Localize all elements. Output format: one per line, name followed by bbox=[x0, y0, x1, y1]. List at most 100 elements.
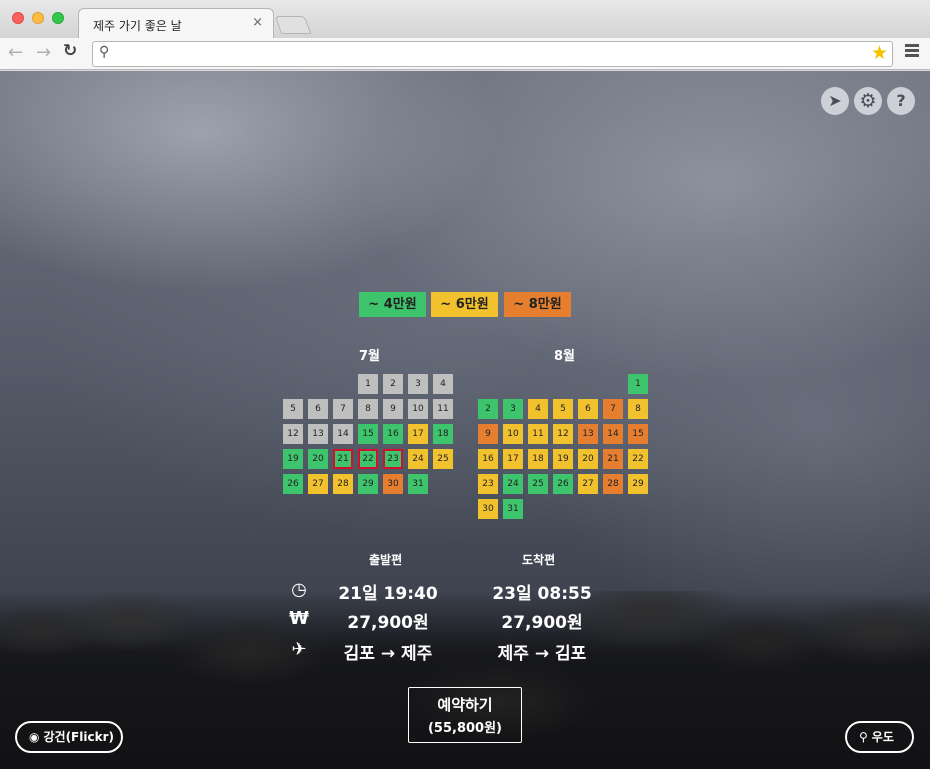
calendar-day-august-18[interactable]: 18 bbox=[528, 449, 548, 469]
month-title-august: 8월 bbox=[554, 349, 576, 364]
calendar-day-august-25[interactable]: 25 bbox=[528, 474, 548, 494]
location-label: 우도 bbox=[871, 730, 894, 744]
calendar-day-july-5[interactable]: 5 bbox=[283, 399, 303, 419]
calendar-day-august-8[interactable]: 8 bbox=[628, 399, 648, 419]
calendar-day-august-21[interactable]: 21 bbox=[603, 449, 623, 469]
calendar-day-august-7[interactable]: 7 bbox=[603, 399, 623, 419]
calendar-day-july-21[interactable]: 21 bbox=[333, 449, 353, 469]
new-tab-button[interactable] bbox=[274, 16, 312, 34]
map-pin-icon: ⚲ bbox=[859, 730, 868, 744]
reload-icon[interactable]: ↻ bbox=[63, 41, 77, 61]
calendar-day-august-2[interactable]: 2 bbox=[478, 399, 498, 419]
minimize-window-button[interactable] bbox=[32, 12, 44, 24]
calendar-day-july-15[interactable]: 15 bbox=[358, 424, 378, 444]
calendar-day-july-16[interactable]: 16 bbox=[383, 424, 403, 444]
calendar-day-july-12[interactable]: 12 bbox=[283, 424, 303, 444]
calendar-day-august-27[interactable]: 27 bbox=[578, 474, 598, 494]
calendar-day-july-9[interactable]: 9 bbox=[383, 399, 403, 419]
calendar-day-august-3[interactable]: 3 bbox=[503, 399, 523, 419]
calendar-day-july-27[interactable]: 27 bbox=[308, 474, 328, 494]
month-title-july: 7월 bbox=[359, 349, 381, 364]
photo-credit-button[interactable]: ◉ 강건(Flickr) bbox=[15, 721, 123, 753]
calendar-day-july-13[interactable]: 13 bbox=[308, 424, 328, 444]
camera-icon: ◉ bbox=[29, 730, 40, 744]
maximize-window-button[interactable] bbox=[52, 12, 64, 24]
legend-green: ~ 4만원 bbox=[359, 292, 426, 317]
page-content: ➤ ⚙ ? ~ 4만원 ~ 6만원 ~ 8만원 7월 8월 1234567891… bbox=[0, 71, 930, 769]
calendar-day-july-22[interactable]: 22 bbox=[358, 449, 378, 469]
calendar-day-july-10[interactable]: 10 bbox=[408, 399, 428, 419]
calendar-day-july-25[interactable]: 25 bbox=[433, 449, 453, 469]
calendar-day-august-10[interactable]: 10 bbox=[503, 424, 523, 444]
legend-yellow: ~ 6만원 bbox=[431, 292, 498, 317]
legend-orange: ~ 8만원 bbox=[504, 292, 571, 317]
help-icon[interactable]: ? bbox=[887, 87, 915, 115]
calendar-day-july-29[interactable]: 29 bbox=[358, 474, 378, 494]
close-window-button[interactable] bbox=[12, 12, 24, 24]
calendar-day-august-19[interactable]: 19 bbox=[553, 449, 573, 469]
book-total-price: (55,800원) bbox=[427, 721, 502, 736]
calendar-day-july-1[interactable]: 1 bbox=[358, 374, 378, 394]
calendar-day-july-26[interactable]: 26 bbox=[283, 474, 303, 494]
photo-credit-label: 강건(Flickr) bbox=[43, 730, 114, 744]
tab-title: 제주 가기 좋은 날 bbox=[93, 19, 182, 33]
calendar-day-august-6[interactable]: 6 bbox=[578, 399, 598, 419]
calendar-day-august-4[interactable]: 4 bbox=[528, 399, 548, 419]
calendar-day-august-17[interactable]: 17 bbox=[503, 449, 523, 469]
calendar-day-july-2[interactable]: 2 bbox=[383, 374, 403, 394]
book-button[interactable]: 예약하기 (55,800원) bbox=[408, 687, 522, 743]
calendar-day-july-31[interactable]: 31 bbox=[408, 474, 428, 494]
calendar-day-july-11[interactable]: 11 bbox=[433, 399, 453, 419]
calendar-day-july-6[interactable]: 6 bbox=[308, 399, 328, 419]
calendar-day-august-20[interactable]: 20 bbox=[578, 449, 598, 469]
departure-price: 27,900원 bbox=[347, 613, 429, 633]
calendar-day-august-13[interactable]: 13 bbox=[578, 424, 598, 444]
calendar-day-august-15[interactable]: 15 bbox=[628, 424, 648, 444]
location-button[interactable]: ⚲ 우도 bbox=[845, 721, 914, 753]
calendar-day-august-24[interactable]: 24 bbox=[503, 474, 523, 494]
calendar-day-august-14[interactable]: 14 bbox=[603, 424, 623, 444]
calendar-day-july-7[interactable]: 7 bbox=[333, 399, 353, 419]
calendar-day-july-19[interactable]: 19 bbox=[283, 449, 303, 469]
location-arrow-icon[interactable]: ➤ bbox=[821, 87, 849, 115]
calendar-day-august-28[interactable]: 28 bbox=[603, 474, 623, 494]
back-arrow-icon[interactable]: ← bbox=[8, 42, 23, 63]
calendar-day-july-8[interactable]: 8 bbox=[358, 399, 378, 419]
calendar-day-july-24[interactable]: 24 bbox=[408, 449, 428, 469]
bookmark-star-icon[interactable]: ★ bbox=[871, 42, 888, 64]
calendar-day-august-30[interactable]: 30 bbox=[478, 499, 498, 519]
calendar-day-july-14[interactable]: 14 bbox=[333, 424, 353, 444]
gear-icon[interactable]: ⚙ bbox=[854, 87, 882, 115]
tab-close-icon[interactable]: × bbox=[252, 15, 263, 30]
calendar-day-july-28[interactable]: 28 bbox=[333, 474, 353, 494]
departure-time: 21일 19:40 bbox=[338, 584, 438, 604]
calendar-day-august-16[interactable]: 16 bbox=[478, 449, 498, 469]
calendar-day-august-31[interactable]: 31 bbox=[503, 499, 523, 519]
browser-titlebar: 제주 가기 좋은 날 × bbox=[0, 0, 930, 38]
calendar-day-august-9[interactable]: 9 bbox=[478, 424, 498, 444]
calendar-day-august-23[interactable]: 23 bbox=[478, 474, 498, 494]
arrival-heading: 도착편 bbox=[522, 553, 556, 567]
calendar-day-august-22[interactable]: 22 bbox=[628, 449, 648, 469]
menu-icon[interactable] bbox=[905, 44, 919, 59]
arrival-price: 27,900원 bbox=[501, 613, 583, 633]
calendar-day-august-26[interactable]: 26 bbox=[553, 474, 573, 494]
calendar-day-august-29[interactable]: 29 bbox=[628, 474, 648, 494]
calendar-day-july-30[interactable]: 30 bbox=[383, 474, 403, 494]
browser-toolbar: ← → ↻ ⚲ ★ bbox=[0, 38, 930, 70]
calendar-day-july-20[interactable]: 20 bbox=[308, 449, 328, 469]
calendar-day-august-5[interactable]: 5 bbox=[553, 399, 573, 419]
departure-heading: 출발편 bbox=[369, 553, 403, 567]
calendar-day-august-1[interactable]: 1 bbox=[628, 374, 648, 394]
browser-tab[interactable]: 제주 가기 좋은 날 × bbox=[78, 8, 274, 38]
departure-route: 김포 → 제주 bbox=[343, 644, 433, 664]
address-bar[interactable]: ⚲ ★ bbox=[92, 41, 893, 67]
calendar-day-july-3[interactable]: 3 bbox=[408, 374, 428, 394]
calendar-day-august-12[interactable]: 12 bbox=[553, 424, 573, 444]
calendar-day-august-11[interactable]: 11 bbox=[528, 424, 548, 444]
forward-arrow-icon[interactable]: → bbox=[36, 42, 51, 63]
calendar-day-july-23[interactable]: 23 bbox=[383, 449, 403, 469]
calendar-day-july-4[interactable]: 4 bbox=[433, 374, 453, 394]
calendar-day-july-17[interactable]: 17 bbox=[408, 424, 428, 444]
calendar-day-july-18[interactable]: 18 bbox=[433, 424, 453, 444]
